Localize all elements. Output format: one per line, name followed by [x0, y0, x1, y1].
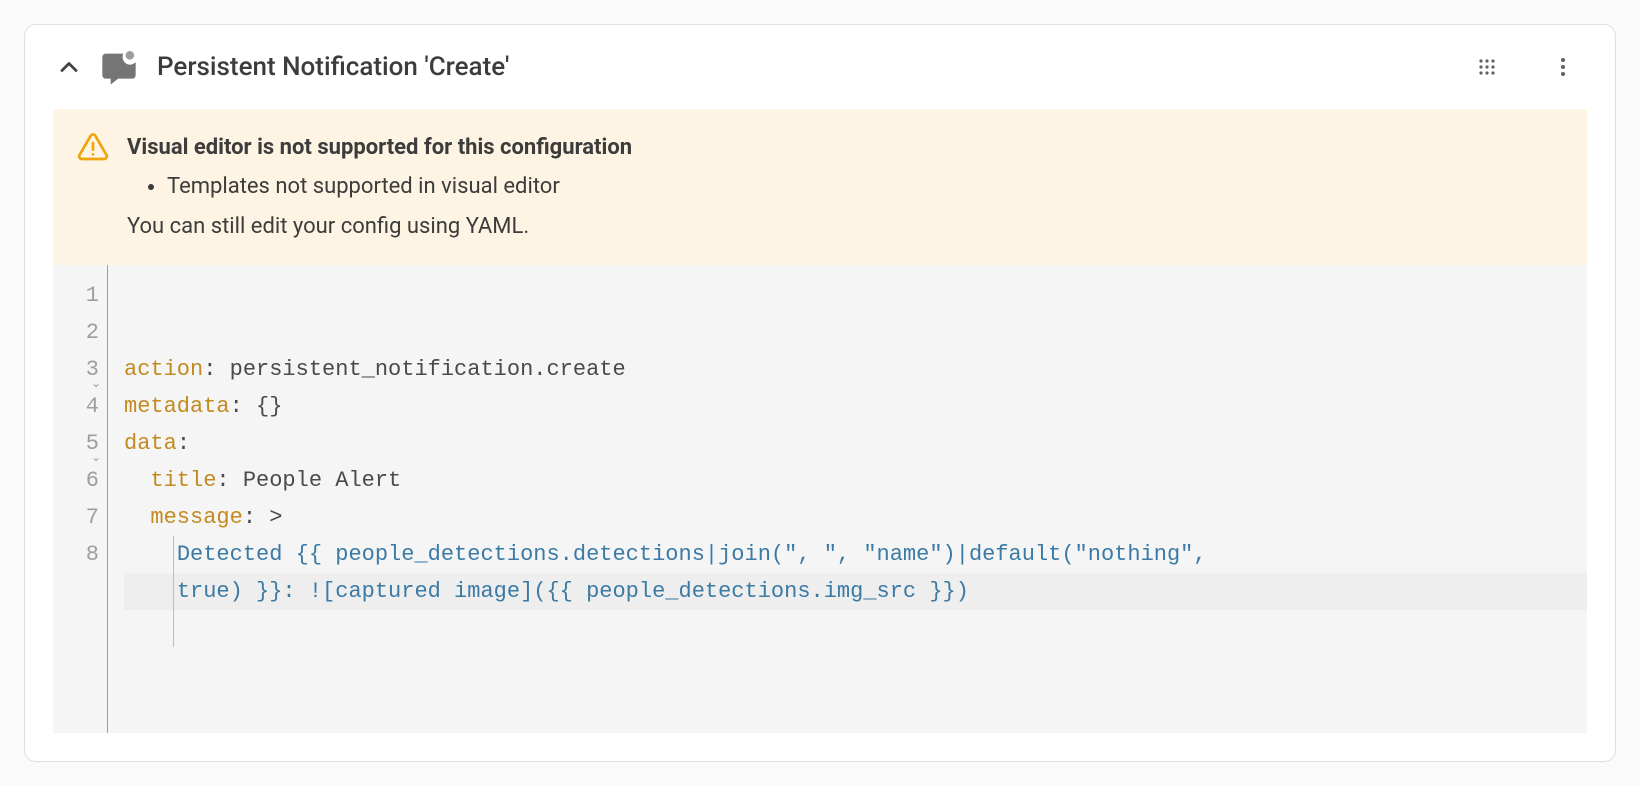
warning-reason-list: Templates not supported in visual editor: [127, 168, 632, 205]
notification-icon: [99, 47, 139, 87]
gutter-line-number: 2: [53, 314, 99, 351]
gutter-divider: [107, 265, 108, 733]
editor-gutter: 123⌄45⌄678: [53, 265, 107, 733]
gutter-line-number: 5⌄: [53, 425, 99, 462]
drag-grid-icon: [1475, 55, 1499, 79]
header-actions: [1463, 43, 1587, 91]
code-line[interactable]: action: persistent_notification.create: [124, 351, 1587, 388]
collapse-button[interactable]: [45, 43, 93, 91]
card-body: Visual editor is not supported for this …: [25, 109, 1615, 761]
gutter-line-number: 7: [53, 499, 99, 536]
code-line[interactable]: Detected {{ people_detections.detections…: [124, 536, 1587, 573]
gutter-line-number: 6: [53, 462, 99, 499]
warning-reason-item: Templates not supported in visual editor: [167, 168, 632, 205]
code-line[interactable]: [124, 610, 1587, 647]
code-line[interactable]: metadata: {}: [124, 388, 1587, 425]
gutter-line-number: 1: [53, 277, 99, 314]
indent-guide: [173, 536, 174, 647]
drag-handle[interactable]: [1463, 43, 1511, 91]
gutter-line-number: 3⌄: [53, 351, 99, 388]
gutter-line-number: 8: [53, 536, 99, 573]
chevron-up-icon: [55, 53, 83, 81]
dots-vertical-icon: [1551, 55, 1575, 79]
code-area[interactable]: action: persistent_notification.createme…: [110, 265, 1587, 733]
warning-icon: [77, 131, 109, 167]
gutter-line-number: 4: [53, 388, 99, 425]
card-title: Persistent Notification 'Create': [157, 52, 1463, 82]
code-line[interactable]: data:: [124, 425, 1587, 462]
card-header: Persistent Notification 'Create': [25, 25, 1615, 109]
code-line[interactable]: true) }}: ![captured image]({{ people_de…: [124, 573, 1587, 610]
yaml-editor[interactable]: 123⌄45⌄678 action: persistent_notificati…: [53, 265, 1587, 733]
action-card: Persistent Notification 'Create': [24, 24, 1616, 762]
code-line[interactable]: title: People Alert: [124, 462, 1587, 499]
warning-text: Visual editor is not supported for this …: [127, 129, 632, 245]
code-line[interactable]: message: >: [124, 499, 1587, 536]
warning-banner: Visual editor is not supported for this …: [53, 109, 1587, 265]
warning-footer: You can still edit your config using YAM…: [127, 208, 632, 245]
warning-title: Visual editor is not supported for this …: [127, 129, 632, 166]
overflow-menu-button[interactable]: [1539, 43, 1587, 91]
